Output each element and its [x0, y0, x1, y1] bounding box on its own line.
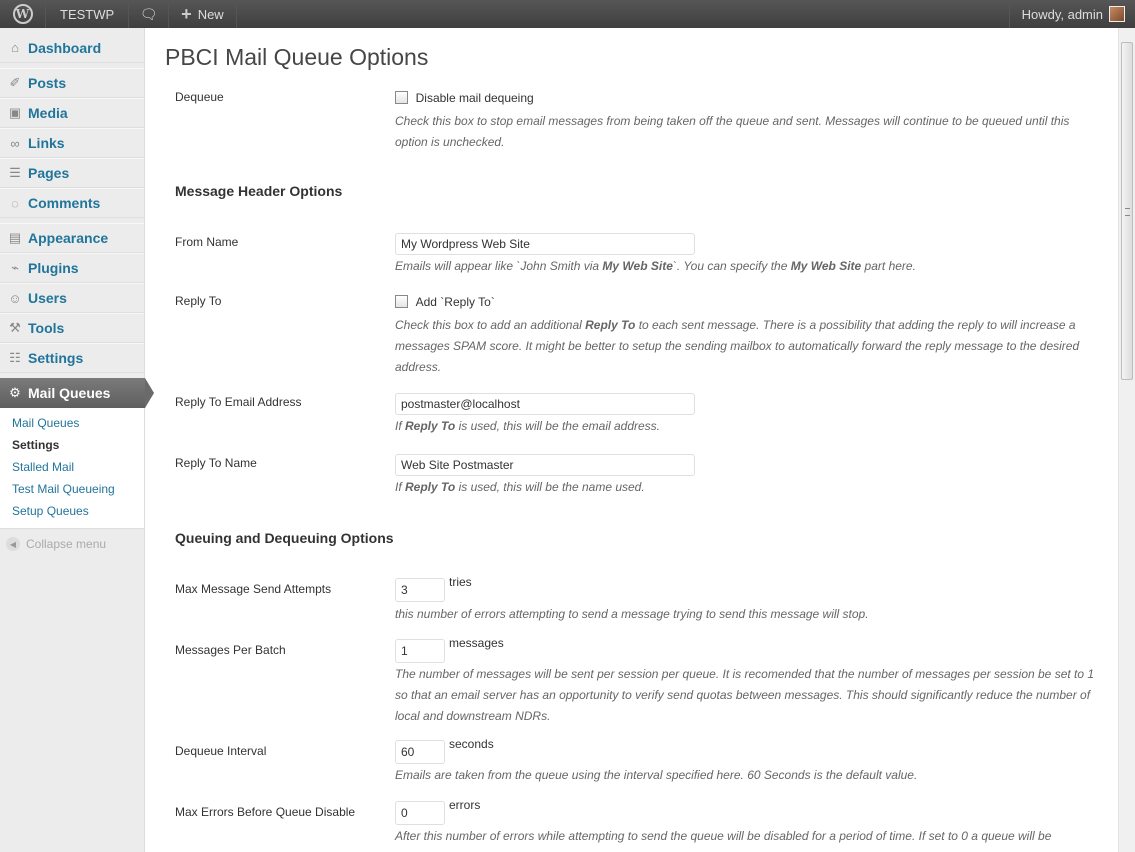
collapse-menu-label: Collapse menu — [26, 537, 107, 551]
sidebar-item-label: Users — [28, 290, 67, 306]
sidebar-item-links[interactable]: ∞ Links — [0, 128, 144, 158]
sidebar-item-posts[interactable]: ✐ Posts — [0, 68, 144, 98]
submenu-setup-queues[interactable]: Setup Queues — [0, 500, 144, 522]
disable-dequeue-label[interactable]: Disable mail dequeing — [416, 91, 534, 105]
admin-bar: W TESTWP 🗨 + New Howdy, admin — [0, 0, 1135, 28]
sidebar-item-label: Tools — [28, 320, 65, 336]
max-errors-input[interactable]: 0 — [395, 801, 445, 825]
add-reply-to-checkbox[interactable] — [395, 295, 408, 308]
sidebar-item-dashboard[interactable]: ⌂ Dashboard — [0, 33, 144, 63]
submenu-test-mail-queueing[interactable]: Test Mail Queueing — [0, 478, 144, 500]
dequeue-description: Check this box to stop email messages fr… — [395, 114, 1070, 149]
sidebar-item-label: Appearance — [28, 230, 109, 246]
submenu-stalled-mail[interactable]: Stalled Mail — [0, 456, 144, 478]
sidebar-item-appearance[interactable]: ▤ Appearance — [0, 223, 144, 253]
reply-to-name-label: Reply To Name — [175, 456, 257, 470]
sidebar-item-label: Pages — [28, 165, 70, 181]
per-batch-label: Messages Per Batch — [175, 643, 286, 657]
sidebar-item-label: Mail Queues — [28, 385, 111, 401]
admin-sidebar: ⌂ Dashboard ✐ Posts ▣ Media ∞ Links ☰ Pa… — [0, 28, 154, 852]
sidebar-item-label: Dashboard — [28, 39, 102, 56]
section-queuing: Queuing and Dequeuing Options — [175, 530, 394, 546]
pages-icon: ☰ — [9, 165, 21, 180]
appearance-icon: ▤ — [8, 230, 22, 245]
wordpress-logo-button[interactable]: W — [0, 0, 46, 28]
mail-queues-submenu: Mail Queues Settings Stalled Mail Test M… — [0, 408, 144, 529]
disable-dequeue-checkbox[interactable] — [395, 91, 408, 104]
vertical-scrollbar[interactable] — [1118, 28, 1135, 852]
sidebar-item-comments[interactable]: ◌ Comments — [0, 188, 144, 218]
from-name-description: Emails will appear like `John Smith via … — [395, 259, 916, 273]
section-message-header: Message Header Options — [175, 183, 343, 199]
sidebar-item-users[interactable]: ☺ Users — [0, 283, 144, 313]
reply-to-name-input[interactable]: Web Site Postmaster — [395, 454, 695, 476]
media-icon: ▣ — [8, 105, 22, 120]
per-batch-description: The number of messages will be sent per … — [395, 667, 1095, 723]
max-errors-description: After this number of errors while attemp… — [395, 829, 1052, 843]
users-icon: ☺ — [8, 290, 22, 306]
sidebar-item-label: Links — [28, 135, 65, 151]
sidebar-item-plugins[interactable]: ⌁ Plugins — [0, 253, 144, 283]
sidebar-item-tools[interactable]: ⚒ Tools — [0, 313, 144, 343]
sidebar-item-media[interactable]: ▣ Media — [0, 98, 144, 128]
settings-form: Dequeue Disable mail dequeing Check this… — [165, 28, 1115, 852]
max-errors-label: Max Errors Before Queue Disable — [175, 805, 356, 819]
wordpress-icon: W — [12, 4, 33, 24]
pin-icon: ✐ — [9, 75, 21, 90]
sidebar-item-pages[interactable]: ☰ Pages — [0, 158, 144, 188]
sidebar-item-label: Plugins — [28, 260, 79, 276]
max-attempts-description: this number of errors attempting to send… — [395, 607, 869, 621]
submenu-mail-queues[interactable]: Mail Queues — [0, 412, 144, 434]
reply-to-email-label: Reply To Email Address — [175, 395, 302, 409]
add-reply-to-label[interactable]: Add `Reply To` — [416, 295, 495, 309]
sidebar-item-mail-queues[interactable]: ⚙ Mail Queues — [0, 378, 154, 408]
max-attempts-unit: tries — [449, 575, 472, 589]
reply-to-email-description: If Reply To is used, this will be the em… — [395, 419, 661, 433]
gear-icon: ⚙ — [9, 385, 21, 400]
plugin-icon: ⌁ — [11, 260, 19, 275]
scrollbar-grip-icon — [1125, 208, 1130, 216]
per-batch-input[interactable]: 1 — [395, 639, 445, 663]
new-content-button[interactable]: + New — [169, 0, 237, 28]
link-icon: ∞ — [10, 135, 20, 151]
collapse-arrow-icon: ◀ — [6, 537, 20, 551]
home-icon: ⌂ — [11, 40, 19, 55]
dequeue-label: Dequeue — [175, 90, 224, 104]
site-name-link[interactable]: TESTWP — [46, 0, 130, 28]
comment-icon: ◌ — [11, 195, 19, 211]
dequeue-interval-unit: seconds — [449, 737, 494, 751]
sidebar-item-label: Settings — [28, 350, 84, 366]
max-attempts-input[interactable]: 3 — [395, 578, 445, 602]
reply-to-name-description: If Reply To is used, this will be the na… — [395, 480, 645, 494]
dequeue-interval-input[interactable]: 60 — [395, 740, 445, 764]
from-name-label: From Name — [175, 235, 239, 249]
settings-icon: ☷ — [9, 350, 21, 365]
per-batch-unit: messages — [449, 636, 504, 650]
plus-icon: + — [181, 4, 192, 24]
tools-icon: ⚒ — [9, 320, 21, 335]
sidebar-item-label: Comments — [28, 195, 101, 211]
reply-to-label: Reply To — [175, 294, 222, 308]
scrollbar-thumb[interactable] — [1121, 42, 1133, 380]
user-account-menu[interactable]: Howdy, admin — [1008, 0, 1135, 28]
howdy-label: Howdy, admin — [1021, 6, 1103, 22]
dequeue-interval-label: Dequeue Interval — [175, 744, 267, 758]
sidebar-item-label: Media — [28, 105, 68, 121]
collapse-menu-button[interactable]: ◀ Collapse menu — [0, 529, 144, 559]
reply-to-description: Check this box to add an additional Repl… — [395, 318, 1080, 374]
max-errors-unit: errors — [449, 798, 481, 812]
comments-button[interactable]: 🗨 — [129, 0, 170, 28]
max-attempts-label: Max Message Send Attempts — [175, 582, 332, 596]
comment-bubble-icon: 🗨 — [139, 5, 158, 22]
sidebar-item-label: Posts — [28, 75, 67, 91]
sidebar-item-settings[interactable]: ☷ Settings — [0, 343, 144, 373]
reply-to-email-input[interactable]: postmaster@localhost — [395, 393, 695, 415]
new-label: New — [197, 6, 224, 22]
dequeue-interval-description: Emails are taken from the queue using th… — [395, 768, 918, 782]
from-name-input[interactable]: My Wordpress Web Site — [395, 233, 695, 255]
submenu-settings[interactable]: Settings — [0, 434, 144, 456]
avatar — [1109, 6, 1125, 22]
